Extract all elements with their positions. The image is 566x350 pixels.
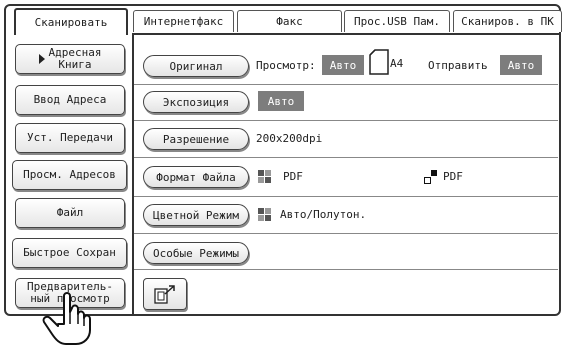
row-divider: [134, 84, 558, 85]
resolution-button[interactable]: Разрешение: [143, 128, 249, 150]
file-format-button[interactable]: Формат Файла: [143, 166, 249, 188]
enter-address-button[interactable]: Ввод Адреса: [15, 85, 125, 115]
export-icon: [154, 285, 175, 304]
file-format-color-value: PDF: [283, 170, 303, 183]
color-grid-icon: [258, 208, 271, 221]
color-grid-icon: [258, 170, 271, 183]
tab-bar: Сканировать Интернетфакс Факс Прос.USB П…: [4, 6, 562, 35]
address-book-button[interactable]: Адресная Книга: [15, 44, 125, 74]
tab-scan-to-pc[interactable]: Сканиров. в ПК: [453, 10, 562, 32]
hand-pointer-icon: [42, 292, 91, 345]
preview-label: Просмотр:: [256, 59, 316, 72]
send-label: Отправить: [428, 59, 488, 72]
exposure-button[interactable]: Экспозиция: [143, 91, 249, 113]
tab-scan[interactable]: Сканировать: [14, 8, 128, 35]
row-divider: [134, 196, 558, 197]
row-divider: [134, 120, 558, 121]
tab-internet-fax[interactable]: Интернетфакс: [133, 10, 234, 32]
file-button[interactable]: Файл: [15, 198, 125, 228]
preview-value-badge: Авто: [322, 55, 364, 75]
export-button[interactable]: [143, 278, 187, 310]
address-review-button[interactable]: Просм. Адресов: [12, 160, 127, 190]
tab-fax[interactable]: Факс: [237, 10, 342, 32]
original-button[interactable]: Оригинал: [143, 55, 249, 77]
row-divider: [134, 269, 558, 270]
bw-squares-icon: [424, 170, 437, 184]
paper-size: A4: [390, 57, 404, 70]
resolution-value: 200x200dpi: [256, 132, 323, 145]
page-icon: [369, 49, 389, 75]
play-arrow-icon: [38, 54, 45, 64]
color-mode-button[interactable]: Цветной Режим: [143, 204, 249, 226]
row-divider: [134, 233, 558, 234]
quick-save-button[interactable]: Быстрое Сохран: [12, 238, 127, 268]
row-divider: [134, 157, 558, 158]
exposure-value-badge: Авто: [258, 91, 304, 111]
special-modes-button[interactable]: Особые Режимы: [143, 242, 249, 264]
send-settings-button[interactable]: Уст. Передачи: [15, 123, 125, 153]
send-value-badge: Авто: [500, 55, 542, 75]
tab-usb-memory[interactable]: Прос.USB Пам.: [344, 10, 450, 32]
color-mode-value: Авто/Полутон.: [280, 208, 367, 221]
file-format-bw-value: PDF: [443, 170, 463, 183]
address-book-label-line2: Книга: [58, 58, 92, 71]
